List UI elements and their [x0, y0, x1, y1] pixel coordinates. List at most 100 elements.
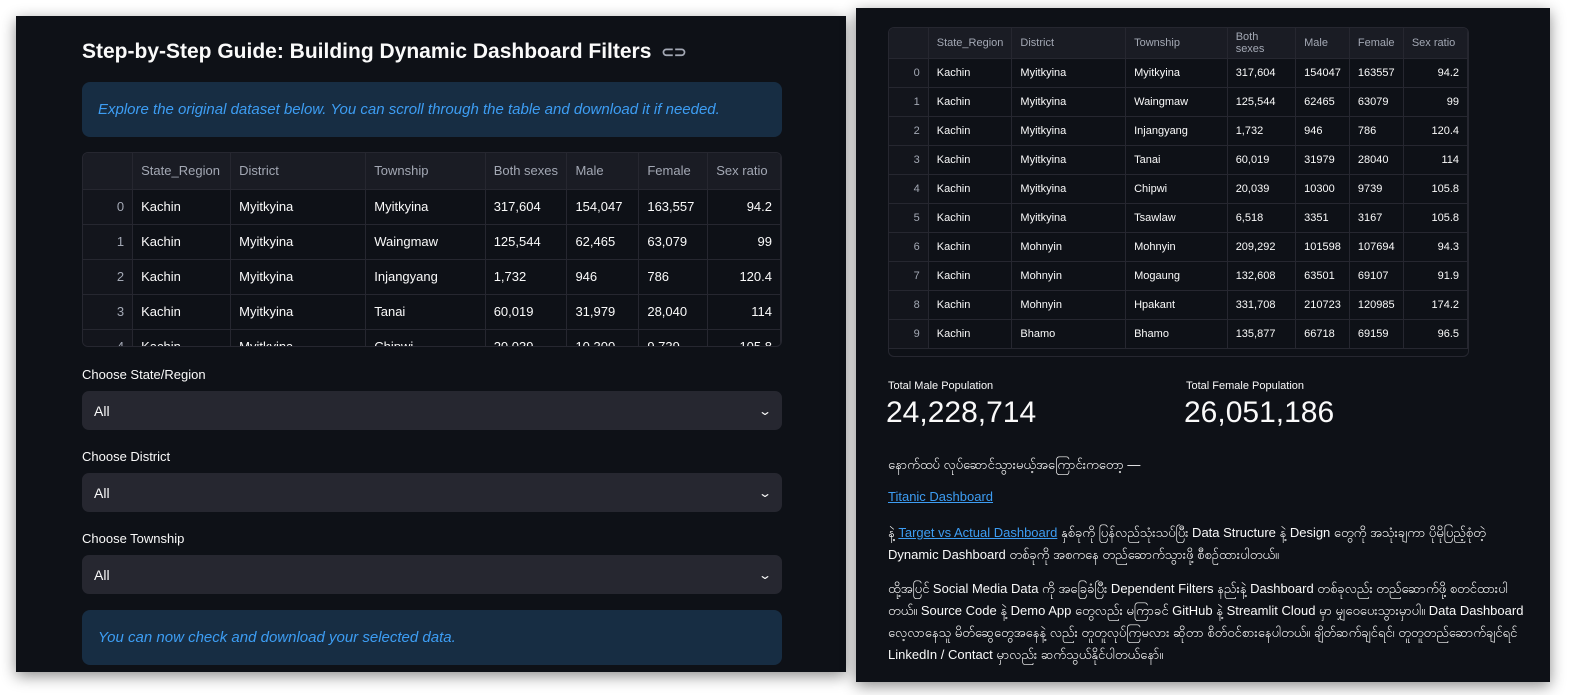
table-cell: Injangyang: [365, 259, 486, 295]
table-row[interactable]: 2 Kachin Myitkyina Injangyang 1,732 946 786 120…: [83, 259, 781, 295]
row-index: 8: [889, 290, 929, 320]
table-cell: Waingmaw: [1125, 87, 1228, 117]
male-metric-value: 24,228,714: [886, 396, 1037, 429]
table-cell: 135,877: [1227, 319, 1297, 349]
table-cell: 99: [1403, 87, 1468, 117]
column-header[interactable]: Both sexes: [485, 153, 568, 190]
table-header: State_Region District Township Both sexes Ma…: [889, 28, 1468, 59]
table-cell: Myitkyina: [230, 189, 367, 225]
table-cell: 163557: [1349, 58, 1404, 88]
table-cell: 10300: [1295, 174, 1350, 204]
table-row[interactable]: 2 Kachin Myitkyina Injangyang 1,732 946 786 120…: [889, 116, 1468, 146]
row-index: 1: [889, 87, 929, 117]
target-vs-actual-link[interactable]: Target vs Actual Dashboard: [898, 525, 1057, 540]
table-row[interactable]: 4 Kachin Myitkyina Chipwi 20,039 10,300 9,739 1…: [83, 329, 781, 346]
table-cell: Kachin: [132, 189, 232, 225]
table-cell: Mohnyin: [1125, 232, 1228, 262]
row-index: 3: [83, 294, 134, 330]
filtered-data-table[interactable]: State_Region District Township Both sexes Ma…: [888, 27, 1469, 357]
female-metric-value: 26,051,186: [1184, 396, 1335, 429]
district-select[interactable]: All ⌄: [82, 473, 782, 512]
table-cell: 63079: [1349, 87, 1404, 117]
table-cell: Myitkyina: [230, 329, 367, 346]
table-row[interactable]: 4 Kachin Myitkyina Chipwi 20,039 10300 9739 105…: [889, 174, 1468, 204]
column-header[interactable]: District: [1011, 28, 1127, 59]
table-cell: 154047: [1295, 58, 1350, 88]
link-icon[interactable]: ⊂⊃: [661, 43, 686, 61]
column-header[interactable]: [83, 153, 134, 190]
column-header[interactable]: Female: [1349, 28, 1404, 59]
township-select[interactable]: All ⌄: [82, 555, 782, 594]
column-header[interactable]: Female: [638, 153, 709, 190]
table-cell: 174.2: [1403, 290, 1468, 320]
column-header[interactable]: Sex ratio: [1403, 28, 1468, 59]
column-header[interactable]: State_Region: [132, 153, 232, 190]
table-cell: 114: [1403, 145, 1468, 175]
table-cell: Myitkyina: [365, 189, 486, 225]
table-cell: 20,039: [1227, 174, 1297, 204]
table-cell: Kachin: [132, 259, 232, 295]
state-region-select[interactable]: All ⌄: [82, 391, 782, 430]
table-cell: Bhamo: [1011, 319, 1127, 349]
row-index: 4: [83, 329, 134, 346]
column-header[interactable]: State_Region: [928, 28, 1013, 59]
column-header[interactable]: Both sexes: [1227, 28, 1297, 59]
row-index: 2: [889, 116, 929, 146]
titanic-dashboard-link[interactable]: Titanic Dashboard: [888, 489, 993, 504]
table-row[interactable]: 3 Kachin Myitkyina Tanai 60,019 31979 28040 114: [889, 145, 1468, 175]
column-header[interactable]: District: [230, 153, 367, 190]
row-index: 0: [889, 58, 929, 88]
table-cell: 31,979: [566, 294, 640, 330]
table-row[interactable]: 3 Kachin Myitkyina Tanai 60,019 31,979 28,040 1…: [83, 294, 781, 330]
table-cell: 9739: [1349, 174, 1404, 204]
table-row[interactable]: 7 Kachin Mohnyin Mogaung 132,608 63501 69107 91…: [889, 261, 1468, 291]
table-cell: 63,079: [638, 224, 709, 260]
township-label: Choose Township: [82, 531, 185, 546]
table-cell: 94.2: [707, 189, 781, 225]
column-header[interactable]: Male: [566, 153, 640, 190]
table-cell: 107694: [1349, 232, 1404, 262]
table-cell: 209,292: [1227, 232, 1297, 262]
table-cell: 120.4: [1403, 116, 1468, 146]
info-box-top: Explore the original dataset below. You …: [82, 82, 782, 137]
chevron-down-icon: ⌄: [757, 567, 773, 582]
table-cell: 3167: [1349, 203, 1404, 233]
table-row[interactable]: 6 Kachin Mohnyin Mohnyin 209,292 101598 107694…: [889, 232, 1468, 262]
row-index: 6: [889, 232, 929, 262]
table-row[interactable]: 1 Kachin Myitkyina Waingmaw 125,544 62,465 63,…: [83, 224, 781, 260]
column-header[interactable]: Township: [365, 153, 486, 190]
table-cell: Chipwi: [1125, 174, 1228, 204]
table-cell: Myitkyina: [1011, 116, 1127, 146]
table-row[interactable]: 0 Kachin Myitkyina Myitkyina 317,604 154,047 1…: [83, 189, 781, 225]
table-cell: 3351: [1295, 203, 1350, 233]
table-cell: Mohnyin: [1011, 261, 1127, 291]
table-cell: 317,604: [1227, 58, 1297, 88]
table-cell: 62465: [1295, 87, 1350, 117]
table-cell: 120.4: [707, 259, 781, 295]
column-header[interactable]: Township: [1125, 28, 1228, 59]
table-cell: Mohnyin: [1011, 290, 1127, 320]
table-cell: Myitkyina: [1011, 145, 1127, 175]
table-cell: Kachin: [928, 261, 1013, 291]
table-cell: Myitkyina: [1125, 58, 1228, 88]
table-cell: Tanai: [1125, 145, 1228, 175]
table-row[interactable]: 9 Kachin Bhamo Bhamo 135,877 66718 69159 96.5: [889, 319, 1468, 349]
table-cell: Injangyang: [1125, 116, 1228, 146]
table-row[interactable]: 1 Kachin Myitkyina Waingmaw 125,544 62465 6307…: [889, 87, 1468, 117]
table-cell: 63501: [1295, 261, 1350, 291]
column-header[interactable]: Male: [1295, 28, 1350, 59]
column-header[interactable]: Sex ratio: [707, 153, 781, 190]
original-data-table[interactable]: State_Region District Township Both sexes Ma…: [82, 152, 782, 347]
table-row[interactable]: 8 Kachin Mohnyin Hpakant 331,708 210723 120985…: [889, 290, 1468, 320]
table-cell: 786: [638, 259, 709, 295]
table-cell: 10,300: [566, 329, 640, 346]
table-row[interactable]: 5 Kachin Myitkyina Tsawlaw 6,518 3351 3167 105.…: [889, 203, 1468, 233]
table-cell: 69159: [1349, 319, 1404, 349]
column-header[interactable]: [889, 28, 929, 59]
page-title: Step-by-Step Guide: Building Dynamic Das…: [82, 40, 687, 64]
table-cell: 1,732: [1227, 116, 1297, 146]
table-cell: Kachin: [928, 232, 1013, 262]
row-index: 3: [889, 145, 929, 175]
row-index: 7: [889, 261, 929, 291]
table-row[interactable]: 0 Kachin Myitkyina Myitkyina 317,604 154047 16…: [889, 58, 1468, 88]
